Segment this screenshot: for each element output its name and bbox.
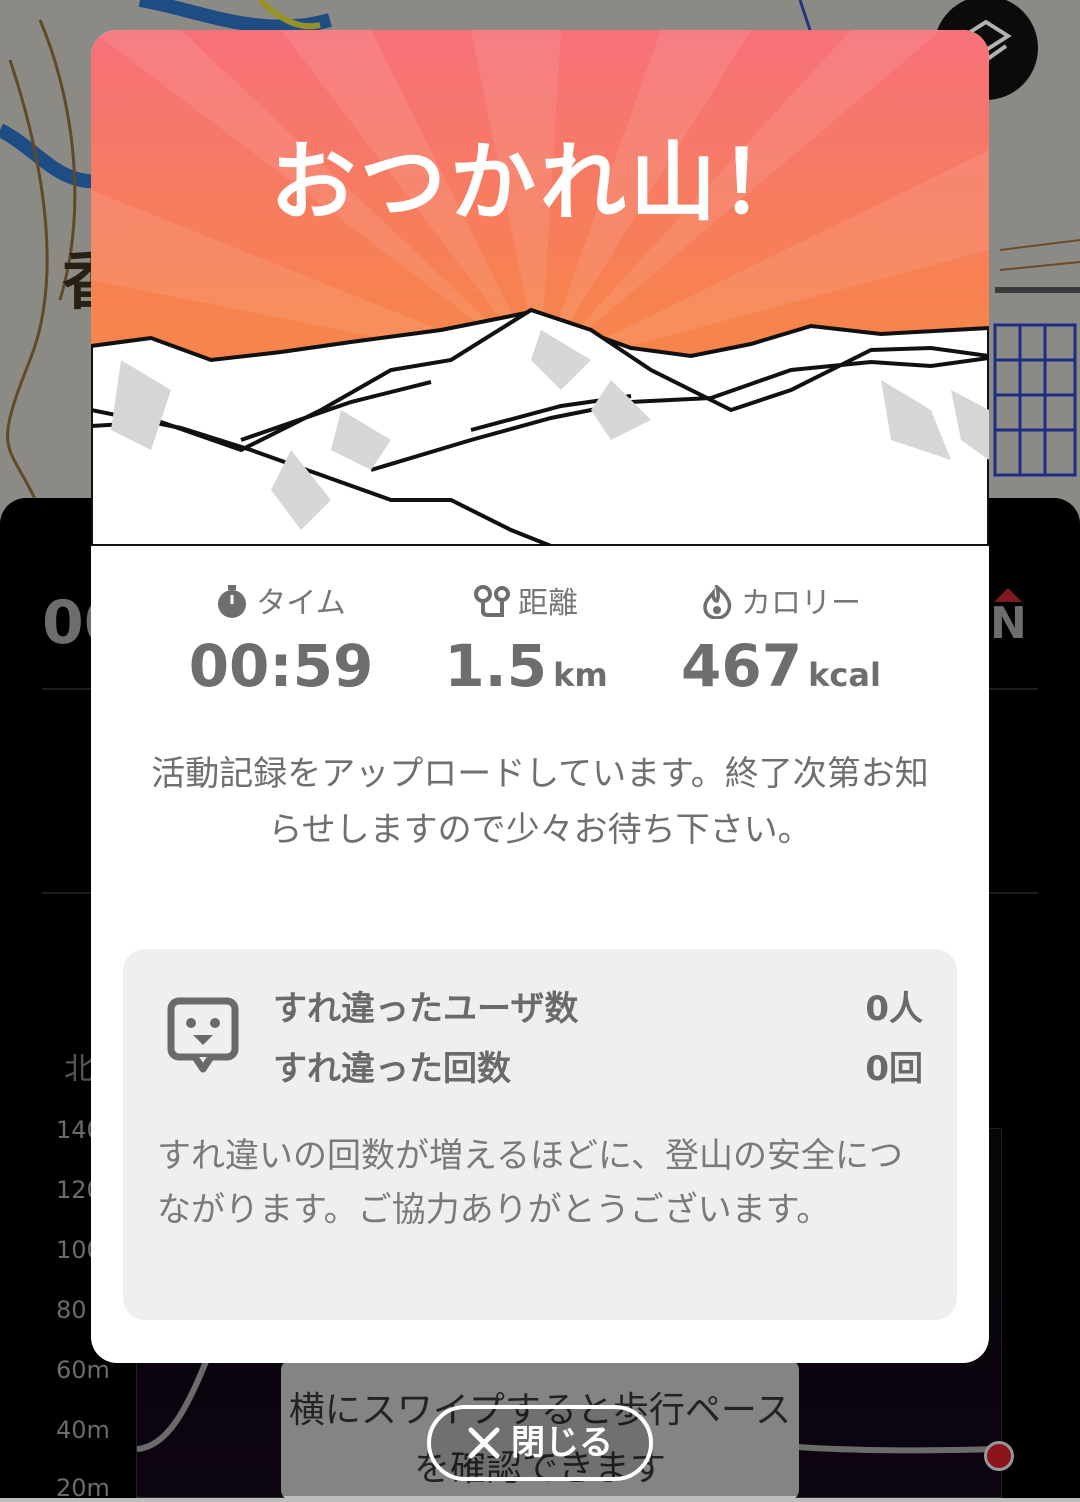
passing-info-box: すれ違ったユーザ数 0人 すれ違った回数 0回 すれ違いの回数が増えるほどに、登… <box>123 949 957 1320</box>
passed-users-value: 0人 <box>865 989 923 1029</box>
passed-users-label: すれ違ったユーザ数 <box>273 989 579 1029</box>
stat-calorie: カロリー 467 kcal <box>636 582 926 700</box>
route-icon <box>474 585 510 617</box>
close-button[interactable]: 閉じる <box>427 1405 653 1481</box>
dialog-title: おつかれ山！ <box>270 133 810 233</box>
stat-calorie-unit: kcal <box>808 656 881 694</box>
stat-distance-value: 1.5 <box>444 632 548 700</box>
passed-count-label: すれ違った回数 <box>273 1049 511 1089</box>
stat-distance: 距離 1.5 km <box>381 582 671 700</box>
upload-status-message: 活動記録をアップロードしています。終了次第お知らせしますので少々お待ち下さい。 <box>151 754 929 850</box>
summit-result-dialog: おつかれ山！ タイム 00:59 距離 1.5 km カロリー 467 kcal… <box>91 30 989 1363</box>
stopwatch-icon <box>218 585 247 618</box>
passed-count-value: 0回 <box>865 1049 923 1089</box>
stat-time-label: タイム <box>256 586 346 621</box>
passed-users-row: すれ違ったユーザ数 0人 <box>273 981 923 1031</box>
passing-users-icon <box>167 997 239 1073</box>
stat-calorie-value: 467 <box>681 632 803 700</box>
flame-icon <box>703 582 732 620</box>
stat-calorie-label: カロリー <box>741 586 861 621</box>
close-icon <box>468 1427 500 1459</box>
activity-stats: タイム 00:59 距離 1.5 km カロリー 467 kcal <box>91 582 989 712</box>
hero-illustration: おつかれ山！ <box>91 30 989 546</box>
stat-distance-label: 距離 <box>518 586 578 621</box>
passed-count-row: すれ違った回数 0回 <box>273 1041 923 1091</box>
passing-note: すれ違いの回数が増えるほどに、登山の安全につながります。ご協力ありがとうございま… <box>157 1136 903 1230</box>
close-button-label: 閉じる <box>511 1423 613 1463</box>
stat-distance-unit: km <box>553 656 608 694</box>
